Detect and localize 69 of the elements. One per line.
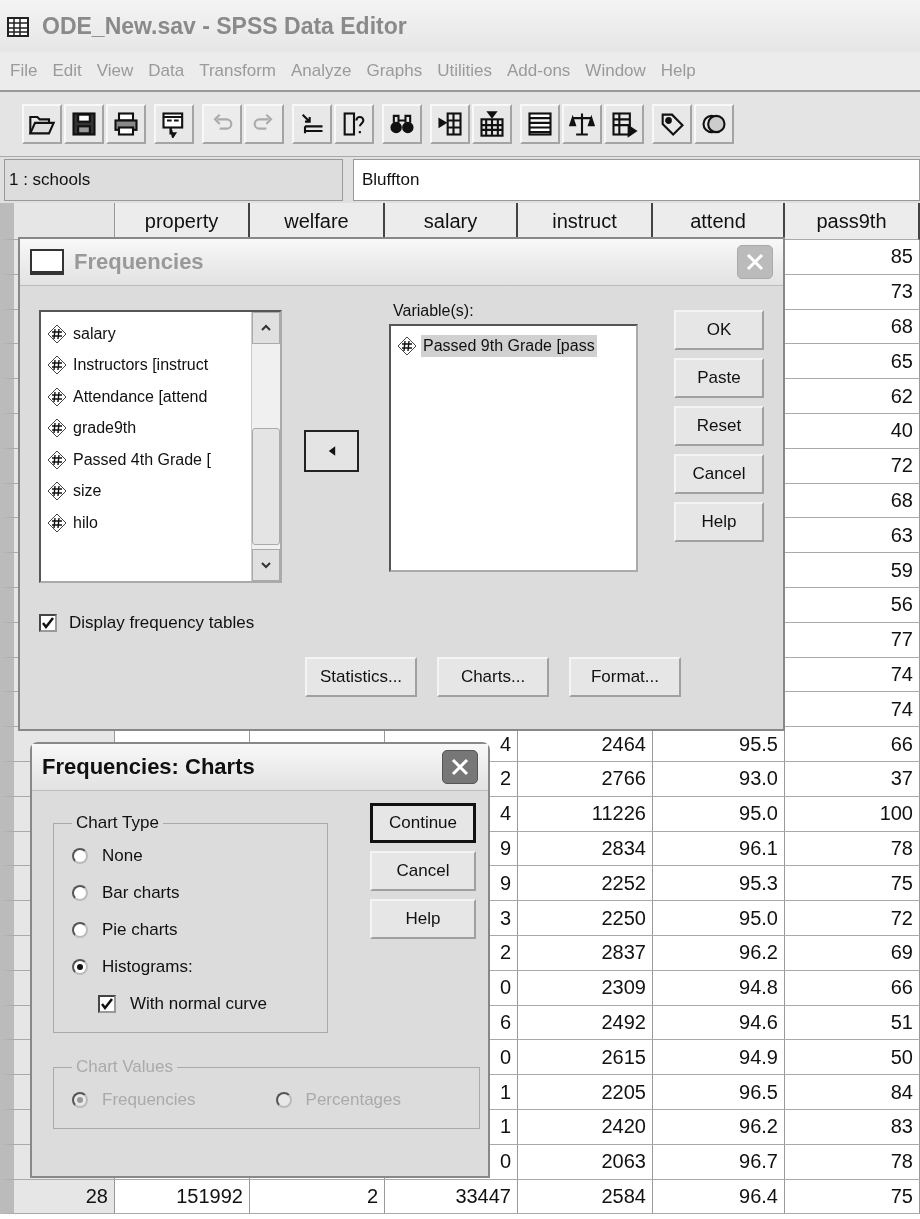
- table-cell: 59: [785, 553, 920, 588]
- table-cell: 2492: [518, 1005, 653, 1041]
- table-cell: 69: [785, 935, 920, 971]
- table-cell: 75: [785, 1179, 920, 1215]
- table-cell: 2834: [518, 831, 653, 867]
- table-cell: 74: [785, 692, 920, 728]
- table-cell: 85: [785, 240, 920, 275]
- radio-label: Histograms:: [102, 956, 193, 977]
- table-cell: 62: [785, 379, 920, 414]
- table-cell: 73: [785, 274, 920, 310]
- table-cell: 96.2: [653, 1109, 785, 1145]
- table-cell: 63: [785, 518, 920, 554]
- table-cell: 2584: [518, 1179, 653, 1215]
- table-cell: 50: [785, 1040, 920, 1076]
- table-cell: 66: [785, 727, 920, 762]
- table-cell: 65: [785, 344, 920, 380]
- radio-label: Bar charts: [102, 882, 180, 903]
- table-cell: 151992: [115, 1179, 250, 1215]
- table-cell: 56: [785, 587, 920, 623]
- table-cell: 96.7: [653, 1144, 785, 1180]
- table-cell: 2309: [518, 970, 653, 1006]
- table-cell: 37: [785, 761, 920, 797]
- table-cell: 96.5: [653, 1075, 785, 1110]
- cell-reference: 1 : schools: [4, 159, 343, 201]
- checkbox-label: With normal curve: [130, 993, 267, 1014]
- table-cell: 2615: [518, 1040, 653, 1076]
- table-cell: 11226: [518, 796, 653, 832]
- table-cell: 95.0: [653, 901, 785, 936]
- window-title: ODE_New.sav - SPSS Data Editor: [42, 12, 407, 40]
- table-cell: 2: [250, 1179, 385, 1215]
- list-label: Variable(s):: [392, 302, 475, 320]
- group-label: Chart Type: [75, 813, 160, 833]
- table-cell: 84: [785, 1075, 920, 1110]
- checkbox-label: Display frequency tables: [69, 613, 255, 633]
- table-cell: 95.0: [653, 796, 785, 832]
- table-cell: 74: [785, 657, 920, 693]
- table-cell: 77: [785, 622, 920, 658]
- table-cell: 96.1: [653, 831, 785, 867]
- radio-label: Pie charts: [102, 919, 178, 940]
- table-cell: 96.2: [653, 935, 785, 971]
- dialog-title: Frequencies: Charts: [42, 754, 256, 780]
- table-cell: 96.4: [653, 1179, 785, 1215]
- table-cell: 68: [785, 483, 920, 519]
- table-cell: 2250: [518, 901, 653, 936]
- table-cell: 66: [785, 970, 920, 1006]
- table-cell: 93.0: [653, 761, 785, 797]
- table-cell: 2766: [518, 761, 653, 797]
- table-cell: 94.8: [653, 970, 785, 1006]
- table-cell: 2420: [518, 1109, 653, 1145]
- table-cell: 100: [785, 796, 920, 832]
- table-cell: 94.9: [653, 1040, 785, 1076]
- table-cell: 51: [785, 1005, 920, 1041]
- table-cell: 94.6: [653, 1005, 785, 1041]
- table-cell: 78: [785, 831, 920, 867]
- table-cell: 75: [785, 866, 920, 902]
- table-cell: 72: [785, 901, 920, 936]
- table-cell: 83: [785, 1109, 920, 1145]
- radio-label: None: [102, 845, 143, 866]
- table-cell: 2063: [518, 1144, 653, 1180]
- table-cell: 68: [785, 309, 920, 345]
- table-cell: 2837: [518, 935, 653, 971]
- dialog-title: Frequencies: [74, 249, 205, 275]
- table-cell: 95.3: [653, 866, 785, 902]
- table-cell: 72: [785, 448, 920, 484]
- table-cell: 2205: [518, 1075, 653, 1110]
- table-cell: 40: [785, 414, 920, 449]
- table-cell: 33447: [385, 1179, 518, 1215]
- table-cell: 78: [785, 1144, 920, 1180]
- table-cell: 2252: [518, 866, 653, 902]
